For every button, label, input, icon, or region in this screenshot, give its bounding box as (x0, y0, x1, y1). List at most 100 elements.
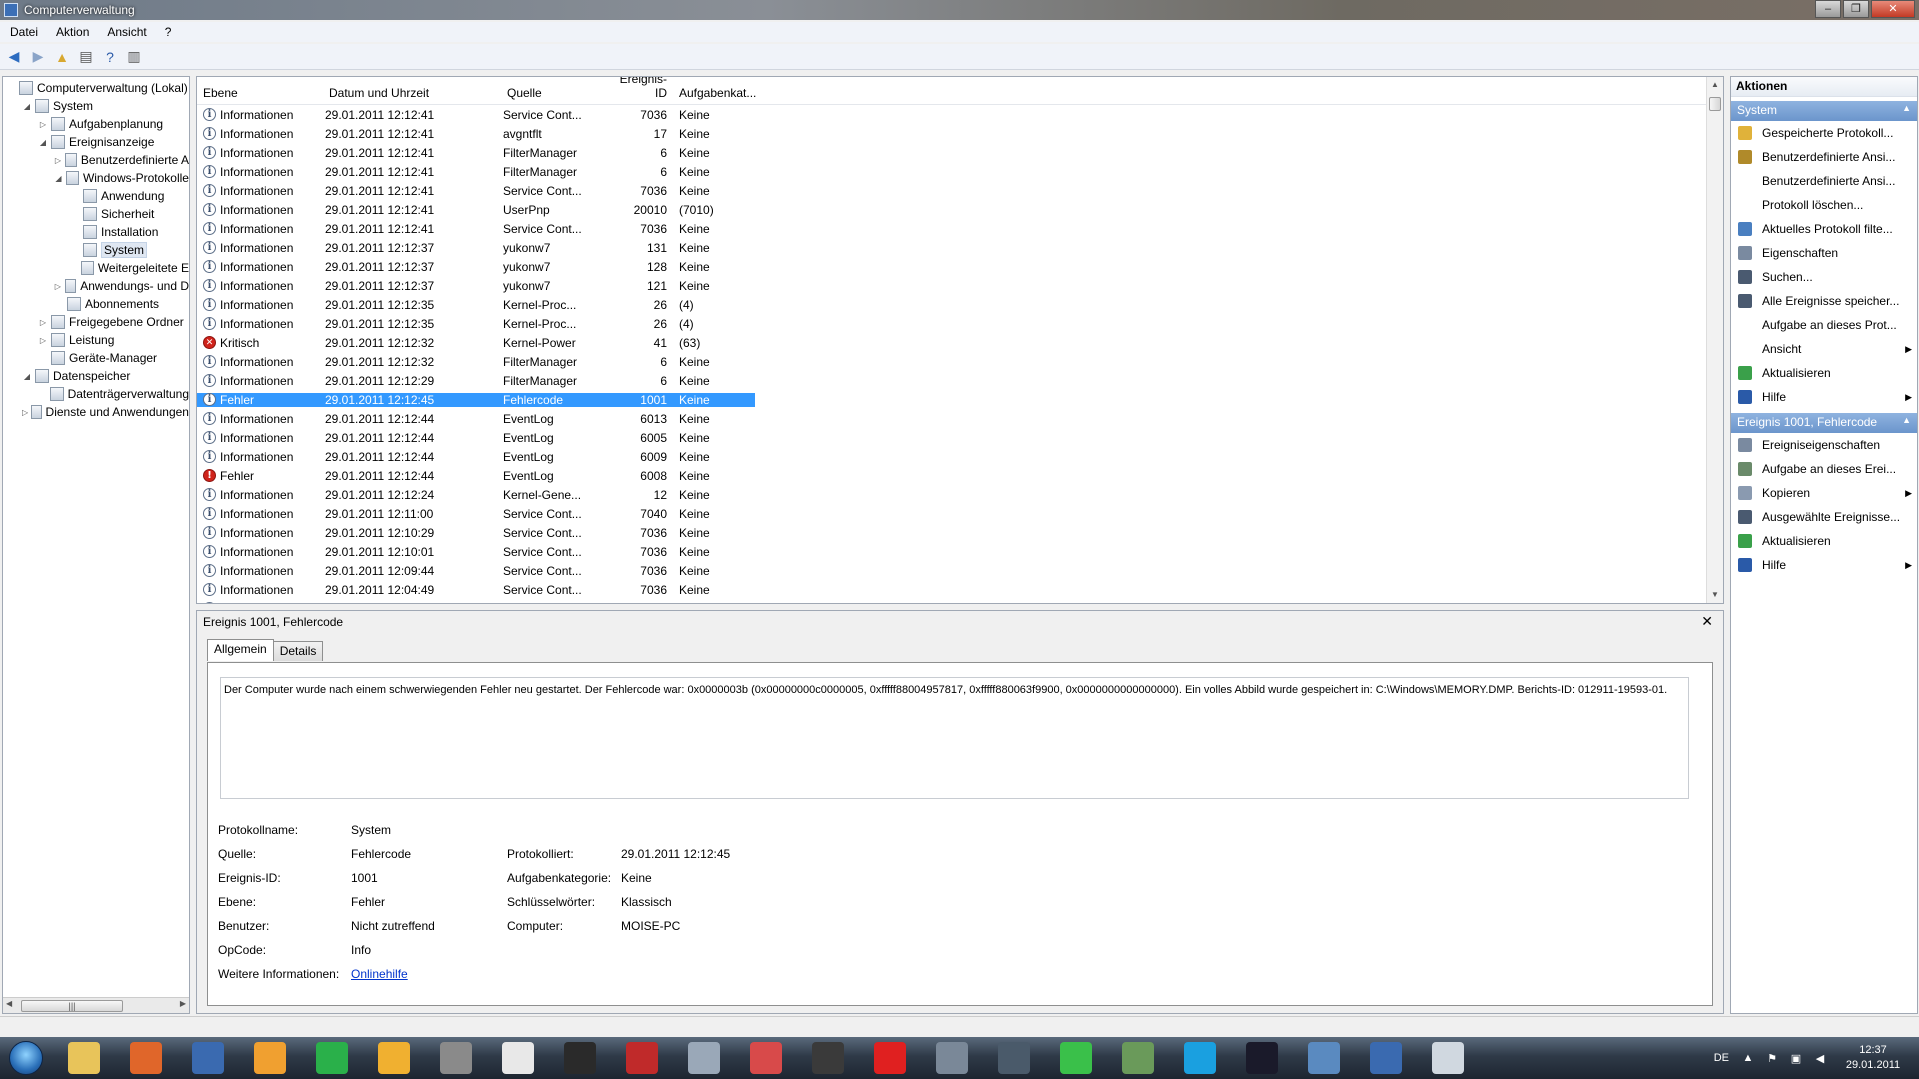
column-ebene[interactable]: Ebene (197, 86, 323, 100)
scroll-right-icon[interactable]: ▶ (180, 999, 186, 1008)
taskbar-app-button[interactable] (1358, 1038, 1414, 1078)
action-item[interactable]: Suchen... (1731, 265, 1917, 289)
scroll-down-icon[interactable]: ▼ (1707, 587, 1723, 603)
expand-arrow-icon[interactable]: ▷ (53, 282, 63, 291)
action-item[interactable]: Aufgabe an dieses Erei... (1731, 457, 1917, 481)
action-item[interactable]: Hilfe ▶ (1731, 385, 1917, 409)
tree-item[interactable]: ▷ Leistung (3, 331, 189, 349)
action-item[interactable]: Kopieren ▶ (1731, 481, 1917, 505)
tab-allgemein[interactable]: Allgemein (207, 639, 274, 661)
scroll-left-icon[interactable]: ◀ (6, 999, 12, 1008)
tree-item[interactable]: Installation (3, 223, 189, 241)
tree-item[interactable]: System (3, 241, 189, 259)
action-item[interactable]: Benutzerdefinierte Ansi... (1731, 169, 1917, 193)
action-item[interactable]: Aktualisieren (1731, 361, 1917, 385)
menu-ansicht[interactable]: Ansicht (107, 25, 146, 39)
tree-item[interactable]: ▷ Dienste und Anwendungen (3, 403, 189, 421)
minimize-button[interactable]: – (1815, 0, 1841, 18)
taskbar-app-button[interactable] (614, 1038, 670, 1078)
volume-icon[interactable]: ◀ (1813, 1051, 1827, 1065)
event-row[interactable]: i Informationen 29.01.2011 12:12:41 Service… (197, 105, 1723, 124)
action-item[interactable]: Alle Ereignisse speicher... (1731, 289, 1917, 313)
collapse-arrow-icon[interactable]: ◢ (37, 138, 49, 147)
menu-datei[interactable]: Datei (10, 25, 38, 39)
actions-section-event[interactable]: Ereignis 1001, Fehlercode ▲ (1731, 413, 1917, 433)
event-row[interactable]: i Informationen 29.01.2011 12:03:49Service… (197, 599, 1723, 603)
tree-item[interactable]: ◢ Datenspeicher (3, 367, 189, 385)
taskbar-app-button[interactable] (56, 1038, 112, 1078)
taskbar-app-button[interactable] (304, 1038, 360, 1078)
taskbar-app-button[interactable] (552, 1038, 608, 1078)
action-item[interactable]: Aktuelles Protokoll filte... (1731, 217, 1917, 241)
tree-item[interactable]: Anwendung (3, 187, 189, 205)
event-row[interactable]: i Informationen 29.01.2011 12:12:41 FilterM… (197, 162, 1723, 181)
event-row[interactable]: i Informationen 29.01.2011 12:12:37 yukonw7… (197, 238, 1723, 257)
tree-item[interactable]: Weitergeleitete E (3, 259, 189, 277)
scrollbar-thumb[interactable]: ||| (21, 1000, 123, 1012)
collapse-arrow-icon[interactable]: ◢ (21, 372, 33, 381)
action-item[interactable]: Aktualisieren (1731, 529, 1917, 553)
event-row[interactable]: i Informationen 29.01.2011 12:12:41 Service… (197, 181, 1723, 200)
collapse-arrow-icon[interactable]: ◢ (21, 102, 33, 111)
scrollbar-thumb[interactable] (1709, 97, 1721, 111)
event-row[interactable]: i Informationen 29.01.2011 12:12:41 Service… (197, 219, 1723, 238)
event-row[interactable]: i Fehler 29.01.2011 12:12:45 Fehlercode 1001… (197, 390, 1723, 409)
language-indicator[interactable]: DE (1714, 1052, 1729, 1064)
taskbar-app-button[interactable] (428, 1038, 484, 1078)
start-button[interactable] (2, 1038, 50, 1078)
tree-item[interactable]: ◢ Windows-Protokolle (3, 169, 189, 187)
scroll-up-icon[interactable]: ▲ (1707, 77, 1723, 93)
back-icon[interactable]: ◀ (4, 47, 24, 67)
tree-item[interactable]: ◢ Ereignisanzeige (3, 133, 189, 151)
taskbar-app-button[interactable] (1234, 1038, 1290, 1078)
expand-arrow-icon[interactable]: ▷ (37, 336, 49, 345)
taskbar-app-button[interactable] (242, 1038, 298, 1078)
up-folder-icon[interactable]: ▲ (52, 47, 72, 67)
event-row[interactable]: i Informationen 29.01.2011 12:12:35 Kernel-… (197, 314, 1723, 333)
forward-icon[interactable]: ▶ (28, 47, 48, 67)
action-item[interactable]: Hilfe ▶ (1731, 553, 1917, 577)
tree-horizontal-scrollbar[interactable]: ◀ ||| ▶ (3, 997, 189, 1013)
close-button[interactable]: ✕ (1871, 0, 1915, 18)
taskbar-app-button[interactable] (490, 1038, 546, 1078)
menu-help[interactable]: ? (165, 25, 172, 39)
taskbar-app-button[interactable] (1172, 1038, 1228, 1078)
column-ereignis-id[interactable]: Ereignis-ID (611, 77, 671, 100)
tree-item[interactable]: Abonnements (3, 295, 189, 313)
event-row[interactable]: i Informationen 29.01.2011 12:12:44 EventLo… (197, 428, 1723, 447)
tree-item[interactable]: Geräte-Manager (3, 349, 189, 367)
column-datum[interactable]: Datum und Uhrzeit (323, 86, 501, 100)
event-row[interactable]: i Informationen 29.01.2011 12:09:44 Service… (197, 561, 1723, 580)
show-tree-icon[interactable]: ▤ (76, 47, 96, 67)
action-item[interactable]: Ansicht ▶ (1731, 337, 1917, 361)
event-row[interactable]: i Informationen 29.01.2011 12:12:41 UserPnp… (197, 200, 1723, 219)
tree-item[interactable]: Computerverwaltung (Lokal) (3, 79, 189, 97)
taskbar-app-button[interactable] (738, 1038, 794, 1078)
event-row[interactable]: i Informationen 29.01.2011 12:12:29 FilterM… (197, 371, 1723, 390)
clock[interactable]: 12:37 29.01.2011 (1837, 1043, 1909, 1073)
action-item[interactable]: Ausgewählte Ereignisse... (1731, 505, 1917, 529)
taskbar-app-button[interactable] (676, 1038, 732, 1078)
taskbar-app-button[interactable] (862, 1038, 918, 1078)
taskbar-app-button[interactable] (986, 1038, 1042, 1078)
collapse-arrow-icon[interactable]: ◢ (53, 174, 64, 183)
event-row[interactable]: i Informationen 29.01.2011 12:12:24 Kernel-… (197, 485, 1723, 504)
network-icon[interactable]: ▣ (1789, 1051, 1803, 1065)
action-item[interactable]: Protokoll löschen... (1731, 193, 1917, 217)
tree-item[interactable]: ▷ Aufgabenplanung (3, 115, 189, 133)
taskbar-app-button[interactable] (1296, 1038, 1352, 1078)
taskbar-app-button[interactable] (1110, 1038, 1166, 1078)
close-detail-icon[interactable]: ✕ (1701, 613, 1713, 630)
tree-item[interactable]: Sicherheit (3, 205, 189, 223)
event-row[interactable]: i Informationen 29.01.2011 12:04:49 Service… (197, 580, 1723, 599)
action-item[interactable]: Benutzerdefinierte Ansi... (1731, 145, 1917, 169)
expand-arrow-icon[interactable]: ▷ (21, 408, 29, 417)
expand-arrow-icon[interactable]: ▷ (37, 120, 49, 129)
action-item[interactable]: Eigenschaften (1731, 241, 1917, 265)
event-row[interactable]: i Informationen 29.01.2011 12:12:32 FilterM… (197, 352, 1723, 371)
collapse-icon[interactable]: ▲ (1902, 415, 1911, 431)
tree-item[interactable]: ▷ Freigegebene Ordner (3, 313, 189, 331)
event-row[interactable]: i Informationen 29.01.2011 12:12:37 yukonw7… (197, 257, 1723, 276)
action-item[interactable]: Aufgabe an dieses Prot... (1731, 313, 1917, 337)
expand-arrow-icon[interactable]: ▷ (53, 156, 63, 165)
